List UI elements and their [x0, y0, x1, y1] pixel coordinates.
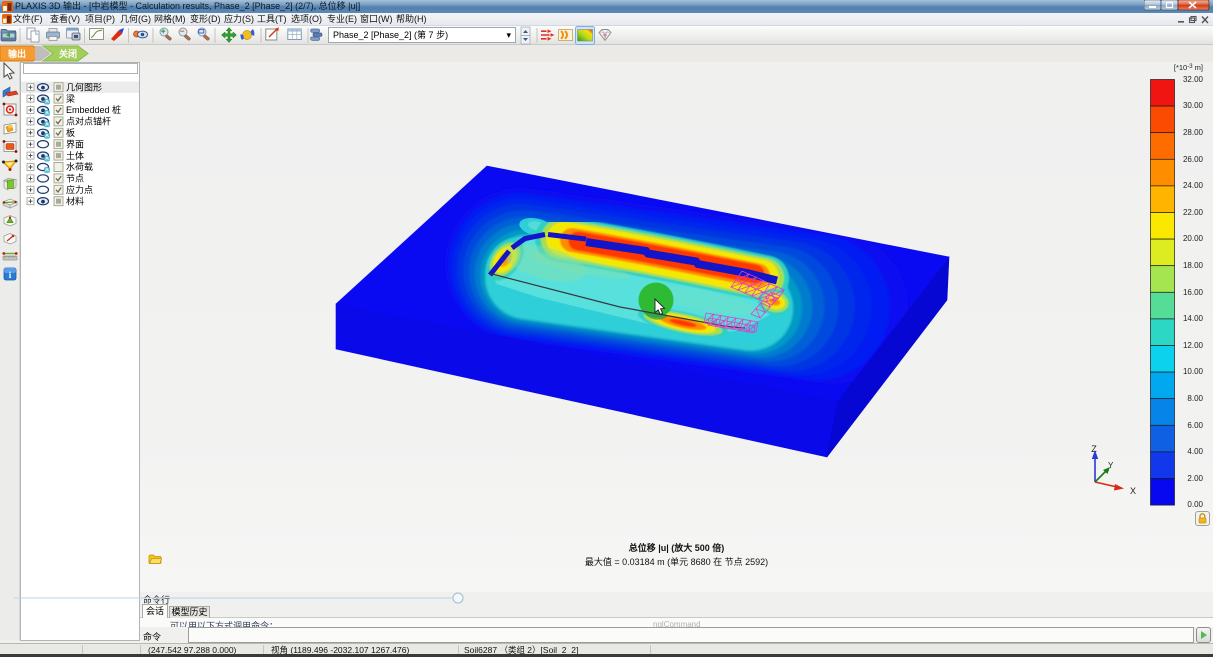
svg-text:板: 板 — [66, 127, 75, 138]
svg-text:节点: 节点 — [66, 174, 84, 184]
svg-text:土体: 土体 — [66, 150, 84, 161]
svg-text:Z: Z — [1091, 444, 1097, 454]
svg-text:界面: 界面 — [66, 139, 84, 149]
svg-text:几何图形: 几何图形 — [66, 81, 102, 92]
svg-text:应力点: 应力点 — [66, 184, 93, 195]
svg-text:Y: Y — [1108, 461, 1114, 470]
svg-text:点对点锚杆: 点对点锚杆 — [66, 116, 111, 127]
svg-text:材料: 材料 — [66, 195, 84, 206]
svg-text:X: X — [1130, 486, 1136, 496]
svg-text:Embedded 桩: Embedded 桩 — [66, 104, 121, 115]
svg-text:关闭: 关闭 — [59, 48, 77, 59]
svg-text:输出: 输出 — [8, 48, 26, 59]
svg-text:水荷载: 水荷载 — [66, 161, 93, 172]
svg-text:梁: 梁 — [66, 93, 75, 104]
